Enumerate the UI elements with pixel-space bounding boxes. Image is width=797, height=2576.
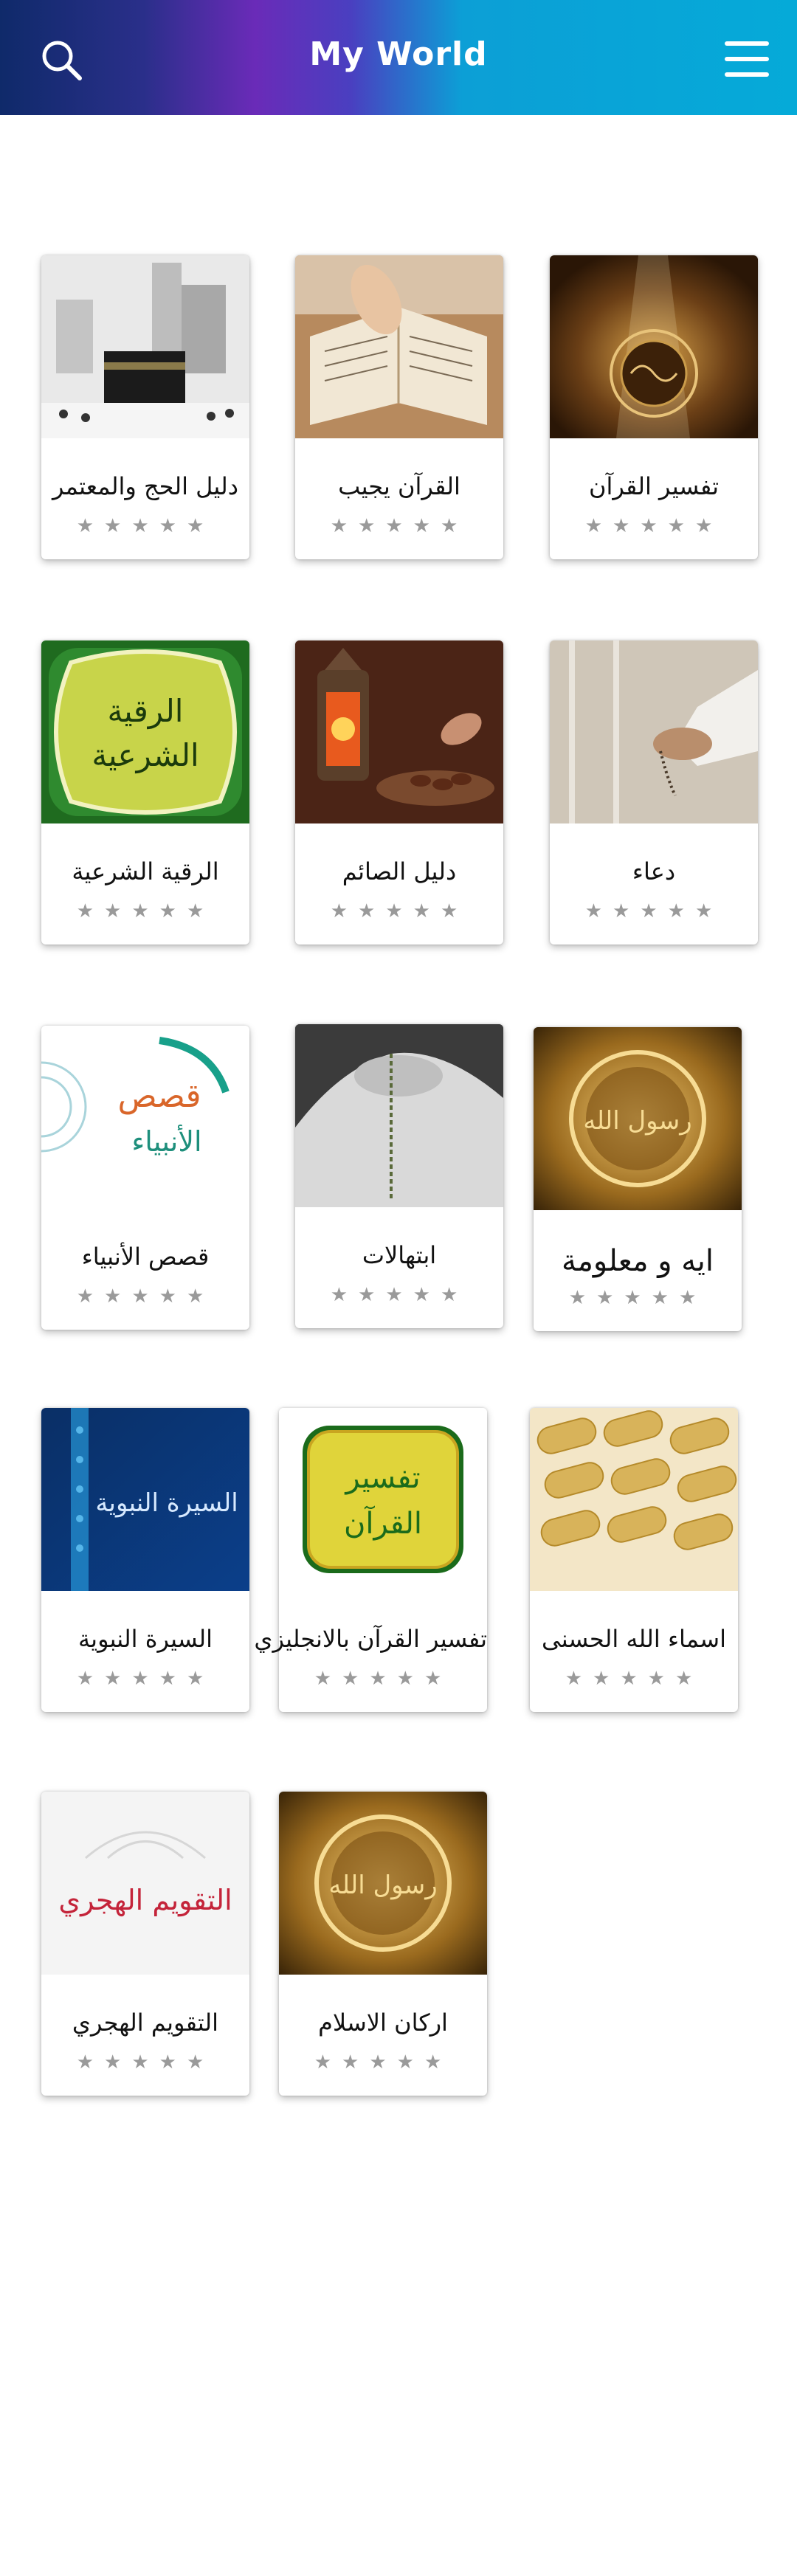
tafsir-image-text-2: القرآن (344, 1505, 422, 1541)
roqia-image-text-1: الرقية (108, 693, 184, 729)
rating-stars[interactable]: ★★★★★ (41, 2051, 249, 2073)
card-hajj-guide[interactable]: دليل الحج والمعتمر ★★★★★ (41, 255, 249, 559)
card-title: القرآن يجيب (338, 472, 460, 500)
rating-stars[interactable]: ★★★★★ (41, 1668, 249, 1690)
verse-info-image: رسول الله (534, 1027, 742, 1210)
card-title: قصص الأنبياء (81, 1243, 210, 1271)
rating-stars[interactable]: ★★★★★ (41, 515, 249, 537)
islam-pillars-image: رسول الله (279, 1792, 487, 1975)
tafsir-english-image: تفسير القرآن (279, 1408, 487, 1591)
card-title: اركان الاسلام (318, 2009, 448, 2037)
seerah-image: السيرة النبوية (41, 1408, 249, 1591)
dua-image (550, 640, 758, 823)
card-title: ايه و معلومة (562, 1244, 714, 1278)
card-hijri-calendar[interactable]: التقويم الهجري التقويم الهجري ★★★★★ (41, 1792, 249, 2096)
rating-stars[interactable]: ★★★★★ (41, 900, 249, 922)
roqia-image-text-2: الشرعية (92, 737, 199, 773)
card-title: دعاء (632, 857, 676, 885)
card-fasting-guide[interactable]: دليل الصائم ★★★★★ (295, 640, 503, 945)
card-verse-info[interactable]: رسول الله ايه و معلومة ★★★★★ (534, 1027, 742, 1331)
hijri-calendar-image: التقويم الهجري (41, 1792, 249, 1975)
rating-stars[interactable]: ★★★★★ (295, 515, 503, 537)
card-title: التقويم الهجري (72, 2009, 219, 2037)
card-seerah[interactable]: السيرة النبوية السيرة النبوية ★★★★★ (41, 1408, 249, 1712)
prophets-stories-image: قصص الأنبياء (41, 1026, 249, 1209)
card-dua[interactable]: دعاء ★★★★★ (550, 640, 758, 945)
rating-stars[interactable]: ★★★★★ (550, 515, 758, 537)
tafsir-quran-image (550, 255, 758, 438)
card-roqia[interactable]: الرقية الشرعية الرقية الشرعية ★★★★★ (41, 640, 249, 945)
card-title: تفسير القرآن (589, 472, 719, 500)
rating-stars[interactable]: ★★★★★ (534, 1287, 742, 1309)
seerah-image-text: السيرة النبوية (95, 1488, 238, 1518)
card-title: السيرة النبوية (78, 1625, 213, 1653)
islam-pillars-image-text: رسول الله (328, 1871, 437, 1900)
card-prophets-stories[interactable]: قصص الأنبياء قصص الأنبياء ★★★★★ (41, 1026, 249, 1330)
app-header: My World (0, 0, 797, 115)
rating-stars[interactable]: ★★★★★ (550, 900, 758, 922)
rating-stars[interactable]: ★★★★★ (41, 1285, 249, 1308)
hamburger-menu-icon (725, 41, 769, 77)
rating-stars[interactable]: ★★★★★ (279, 2051, 487, 2073)
rating-stars[interactable]: ★★★★★ (295, 1284, 503, 1306)
card-supplications[interactable]: ابتهالات ★★★★★ (295, 1024, 503, 1328)
menu-button[interactable] (723, 38, 770, 80)
card-tafsir-quran[interactable]: تفسير القرآن ★★★★★ (550, 255, 758, 559)
card-title: دليل الحج والمعتمر (52, 472, 239, 500)
card-title: ابتهالات (362, 1241, 437, 1269)
prophets-image-text-1: قصص (117, 1077, 201, 1115)
fasting-guide-image (295, 640, 503, 823)
hijri-image-text: التقويم الهجري (58, 1884, 232, 1917)
card-tafsir-english[interactable]: تفسير القرآن تفسير القرآن بالانجليزي ★★★… (254, 1408, 487, 1712)
quran-answers-image (295, 255, 503, 438)
rating-stars[interactable]: ★★★★★ (530, 1668, 738, 1690)
card-islam-pillars[interactable]: رسول الله اركان الاسلام ★★★★★ (279, 1792, 487, 2096)
card-title: اسماء الله الحسنى (542, 1625, 726, 1653)
app-title: My World (309, 35, 488, 73)
card-asma-allah[interactable]: اسماء الله الحسنى ★★★★★ (530, 1408, 738, 1712)
card-title: تفسير القرآن بالانجليزي (254, 1625, 487, 1653)
hajj-guide-image (41, 255, 249, 438)
rating-stars[interactable]: ★★★★★ (279, 1668, 487, 1690)
verse-info-image-text: رسول الله (583, 1106, 691, 1136)
tafsir-image-text-1: تفسير (344, 1461, 420, 1495)
prophets-image-text-2: الأنبياء (131, 1124, 201, 1158)
supplications-image (295, 1024, 503, 1207)
card-title: الرقية الشرعية (72, 857, 219, 885)
rating-stars[interactable]: ★★★★★ (295, 900, 503, 922)
roqia-image: الرقية الشرعية (41, 640, 249, 823)
card-title: دليل الصائم (342, 857, 457, 885)
asma-allah-image (530, 1408, 738, 1591)
card-quran-answers[interactable]: القرآن يجيب ★★★★★ (295, 255, 503, 559)
